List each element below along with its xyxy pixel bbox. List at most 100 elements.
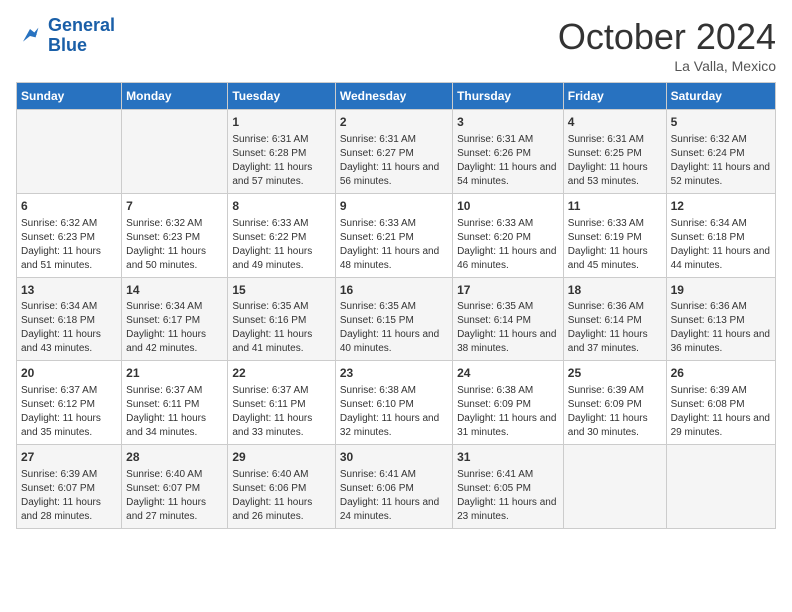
logo: General Blue [16,16,115,56]
header-tuesday: Tuesday [228,83,335,110]
day-cell: 2 Sunrise: 6:31 AMSunset: 6:27 PMDaylight… [335,110,452,194]
day-info: Sunrise: 6:41 AMSunset: 6:05 PMDaylight:… [457,468,559,524]
week-row-1: 1Sunrise: 6:31 AMSunset: 6:28 PMDaylight… [17,110,776,194]
day-info: Sunrise: 6:41 AMSunset: 6:06 PMDaylight:… [340,468,448,524]
week-row-4: 20Sunrise: 6:37 AMSunset: 6:12 PMDayligh… [17,361,776,445]
day-number: 6 [21,198,117,215]
header-sunday: Sunday [17,83,122,110]
day-cell: 8 Sunrise: 6:33 AMSunset: 6:22 PMDaylight… [228,193,335,277]
day-info: Sunrise: 6:32 AMSunset: 6:24 PMDaylight:… [671,133,771,189]
day-info: Sunrise: 6:32 AMSunset: 6:23 PMDaylight:… [21,217,117,273]
day-cell: 31 Sunrise: 6:41 AMSunset: 6:05 PMDayligh… [453,445,564,529]
day-number: 31 [457,449,559,466]
day-cell: 27 Sunrise: 6:39 AMSunset: 6:07 PMDayligh… [17,445,122,529]
day-info: Sunrise: 6:35 AMSunset: 6:16 PMDaylight:… [232,300,330,356]
day-info: Sunrise: 6:40 AMSunset: 6:07 PMDaylight:… [126,468,223,524]
day-info: Sunrise: 6:35 AMSunset: 6:15 PMDaylight:… [340,300,448,356]
day-number: 28 [126,449,223,466]
day-number: 8 [232,198,330,215]
day-info: Sunrise: 6:36 AMSunset: 6:14 PMDaylight:… [568,300,662,356]
header-saturday: Saturday [666,83,775,110]
day-cell: 19Sunrise: 6:36 AMSunset: 6:13 PMDayligh… [666,277,775,361]
day-number: 20 [21,365,117,382]
day-info: Sunrise: 6:33 AMSunset: 6:20 PMDaylight:… [457,217,559,273]
day-cell: 12 Sunrise: 6:34 AMSunset: 6:18 PMDayligh… [666,193,775,277]
day-number: 2 [340,114,448,131]
day-number: 18 [568,282,662,299]
day-number: 19 [671,282,771,299]
day-info: Sunrise: 6:39 AMSunset: 6:07 PMDaylight:… [21,468,117,524]
month-title: October 2024 [558,16,776,58]
day-number: 12 [671,198,771,215]
day-info: Sunrise: 6:33 AMSunset: 6:21 PMDaylight:… [340,217,448,273]
day-cell: 26 Sunrise: 6:39 AMSunset: 6:08 PMDayligh… [666,361,775,445]
day-cell: 21Sunrise: 6:37 AMSunset: 6:11 PMDayligh… [122,361,228,445]
day-number: 30 [340,449,448,466]
day-info: Sunrise: 6:39 AMSunset: 6:08 PMDaylight:… [671,384,771,440]
header-wednesday: Wednesday [335,83,452,110]
day-info: Sunrise: 6:34 AMSunset: 6:18 PMDaylight:… [671,217,771,273]
day-cell: 14Sunrise: 6:34 AMSunset: 6:17 PMDayligh… [122,277,228,361]
day-info: Sunrise: 6:33 AMSunset: 6:19 PMDaylight:… [568,217,662,273]
day-cell: 1Sunrise: 6:31 AMSunset: 6:28 PMDaylight… [228,110,335,194]
day-number: 22 [232,365,330,382]
day-cell [563,445,666,529]
day-info: Sunrise: 6:31 AMSunset: 6:28 PMDaylight:… [232,133,330,189]
day-info: Sunrise: 6:34 AMSunset: 6:18 PMDaylight:… [21,300,117,356]
day-cell: 30 Sunrise: 6:41 AMSunset: 6:06 PMDayligh… [335,445,452,529]
day-cell: 18Sunrise: 6:36 AMSunset: 6:14 PMDayligh… [563,277,666,361]
day-info: Sunrise: 6:31 AMSunset: 6:26 PMDaylight:… [457,133,559,189]
day-cell: 9Sunrise: 6:33 AMSunset: 6:21 PMDaylight… [335,193,452,277]
day-number: 29 [232,449,330,466]
day-cell: 16Sunrise: 6:35 AMSunset: 6:15 PMDayligh… [335,277,452,361]
day-info: Sunrise: 6:31 AMSunset: 6:27 PMDaylight:… [340,133,448,189]
day-cell: 22 Sunrise: 6:37 AMSunset: 6:11 PMDayligh… [228,361,335,445]
day-cell: 28 Sunrise: 6:40 AMSunset: 6:07 PMDayligh… [122,445,228,529]
day-cell: 6 Sunrise: 6:32 AMSunset: 6:23 PMDaylight… [17,193,122,277]
day-cell: 5 Sunrise: 6:32 AMSunset: 6:24 PMDaylight… [666,110,775,194]
day-number: 27 [21,449,117,466]
day-info: Sunrise: 6:37 AMSunset: 6:11 PMDaylight:… [126,384,223,440]
week-row-2: 6 Sunrise: 6:32 AMSunset: 6:23 PMDaylight… [17,193,776,277]
day-number: 16 [340,282,448,299]
day-cell: 13Sunrise: 6:34 AMSunset: 6:18 PMDayligh… [17,277,122,361]
day-info: Sunrise: 6:37 AMSunset: 6:11 PMDaylight:… [232,384,330,440]
day-info: Sunrise: 6:40 AMSunset: 6:06 PMDaylight:… [232,468,330,524]
day-cell: 10 Sunrise: 6:33 AMSunset: 6:20 PMDayligh… [453,193,564,277]
day-info: Sunrise: 6:38 AMSunset: 6:09 PMDaylight:… [457,384,559,440]
day-info: Sunrise: 6:33 AMSunset: 6:22 PMDaylight:… [232,217,330,273]
week-row-5: 27 Sunrise: 6:39 AMSunset: 6:07 PMDayligh… [17,445,776,529]
header-monday: Monday [122,83,228,110]
day-number: 23 [340,365,448,382]
day-cell: 7Sunrise: 6:32 AMSunset: 6:23 PMDaylight… [122,193,228,277]
day-number: 14 [126,282,223,299]
day-info: Sunrise: 6:31 AMSunset: 6:25 PMDaylight:… [568,133,662,189]
header-row: Sunday Monday Tuesday Wednesday Thursday… [17,83,776,110]
day-cell: 24 Sunrise: 6:38 AMSunset: 6:09 PMDayligh… [453,361,564,445]
day-number: 5 [671,114,771,131]
day-cell: 20Sunrise: 6:37 AMSunset: 6:12 PMDayligh… [17,361,122,445]
day-cell: 3 Sunrise: 6:31 AMSunset: 6:26 PMDaylight… [453,110,564,194]
day-cell: 25Sunrise: 6:39 AMSunset: 6:09 PMDayligh… [563,361,666,445]
day-cell [666,445,775,529]
day-info: Sunrise: 6:38 AMSunset: 6:10 PMDaylight:… [340,384,448,440]
location: La Valla, Mexico [558,58,776,74]
day-cell: 17Sunrise: 6:35 AMSunset: 6:14 PMDayligh… [453,277,564,361]
day-info: Sunrise: 6:39 AMSunset: 6:09 PMDaylight:… [568,384,662,440]
day-number: 3 [457,114,559,131]
day-cell [122,110,228,194]
day-number: 4 [568,114,662,131]
day-cell [17,110,122,194]
day-info: Sunrise: 6:32 AMSunset: 6:23 PMDaylight:… [126,217,223,273]
day-cell: 4 Sunrise: 6:31 AMSunset: 6:25 PMDaylight… [563,110,666,194]
page-header: General Blue October 2024 La Valla, Mexi… [16,16,776,74]
day-cell: 11Sunrise: 6:33 AMSunset: 6:19 PMDayligh… [563,193,666,277]
day-number: 10 [457,198,559,215]
day-number: 15 [232,282,330,299]
day-number: 26 [671,365,771,382]
logo-bird-icon [16,22,44,50]
day-number: 24 [457,365,559,382]
week-row-3: 13Sunrise: 6:34 AMSunset: 6:18 PMDayligh… [17,277,776,361]
header-thursday: Thursday [453,83,564,110]
calendar-body: 1Sunrise: 6:31 AMSunset: 6:28 PMDaylight… [17,110,776,529]
